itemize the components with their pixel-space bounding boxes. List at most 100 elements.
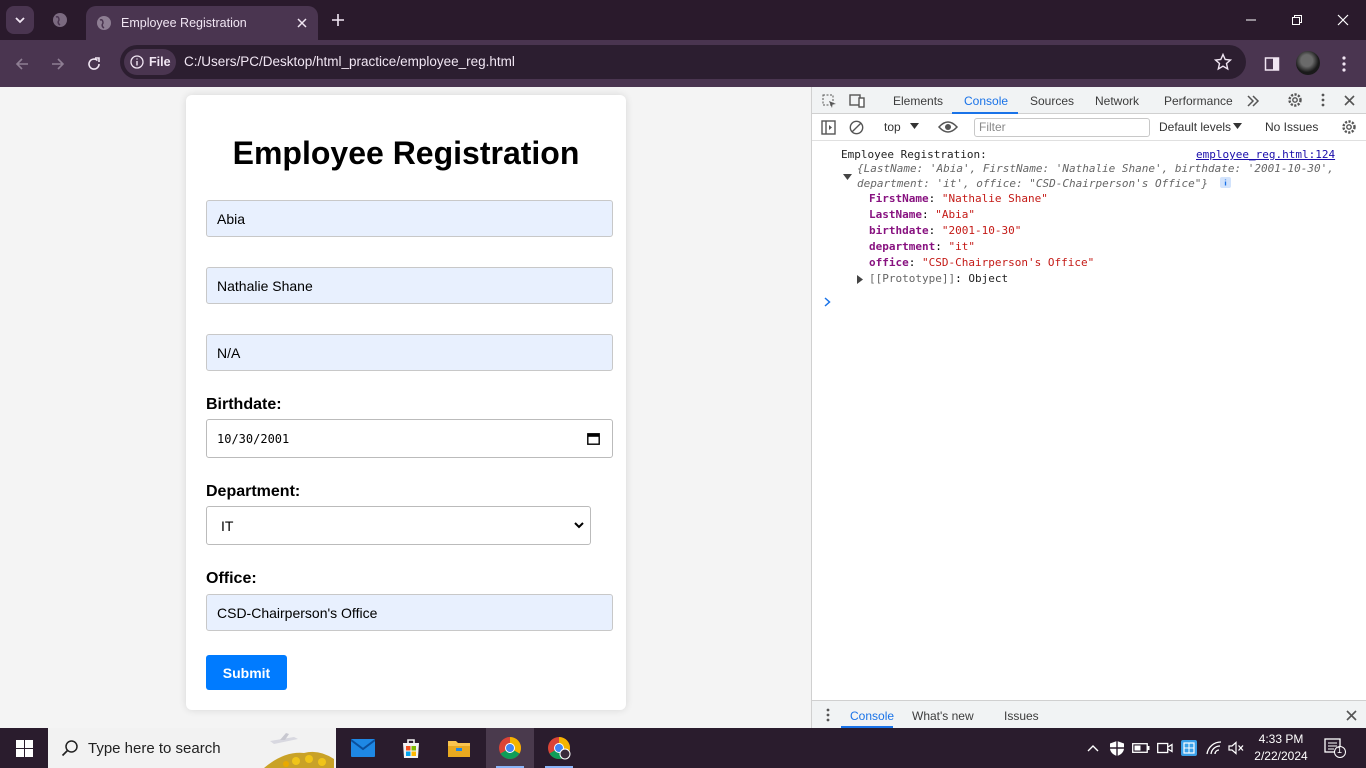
inspect-element-button[interactable] [820,92,838,110]
info-icon[interactable] [1219,177,1231,188]
show-hidden-icons-button[interactable] [1084,739,1102,757]
plus-icon [332,14,344,26]
birthdate-input[interactable]: 10/30/2001 [206,419,613,458]
clear-console-button[interactable] [847,118,865,136]
restore-icon [1292,15,1302,25]
taskbar: Type here to search 4:33 PM 2/22/2024 1 [0,728,1366,768]
taskbar-file-explorer-app[interactable] [435,728,483,768]
log-source-link[interactable]: employee_reg.html:124 [1196,148,1335,161]
chrome-icon [499,737,521,759]
new-tab-button[interactable] [326,8,350,32]
more-vert-icon [1321,93,1325,107]
department-select[interactable]: IT [206,506,591,545]
bookmark-star-icon[interactable] [1214,53,1232,71]
live-expression-button[interactable] [937,118,959,136]
middle-name-input[interactable]: N/A [206,334,613,371]
registration-form: Employee Registration Abia Nathalie Shan… [186,95,626,710]
back-button[interactable] [9,51,35,77]
console-sidebar-button[interactable] [819,118,837,136]
tray-security[interactable] [1108,739,1126,757]
tab-close-button[interactable] [290,11,314,35]
more-vert-icon [1342,56,1346,72]
collapsed-triangle-icon[interactable] [857,275,864,284]
preview-value: "CSD-Chairperson's Office" [1029,177,1202,190]
tab-employee-registration[interactable]: Employee Registration [86,6,318,40]
devtools-tab-network[interactable]: Network [1095,94,1139,108]
profile-avatar[interactable] [1296,51,1320,75]
device-toolbar-button[interactable] [848,92,866,110]
last-name-input[interactable]: Abia [206,200,613,237]
double-chevron-right-icon [1247,95,1260,107]
tray-wifi[interactable] [1205,739,1223,757]
tab-search-button[interactable] [6,6,34,34]
tray-app-blue[interactable] [1180,739,1198,757]
first-name-input[interactable]: Nathalie Shane [206,267,613,304]
preview-key: department: [857,177,937,190]
prototype-row[interactable]: [[Prototype]]: Object [869,272,1008,285]
file-chip-label: File [149,55,171,69]
devtools-tab-elements[interactable]: Elements [893,94,943,108]
tray-volume-muted[interactable] [1227,739,1245,757]
gear-icon [1288,93,1302,107]
restore-button[interactable] [1274,0,1320,40]
more-vert-icon [826,708,830,722]
taskbar-clock[interactable]: 4:33 PM 2/22/2024 [1246,731,1316,765]
close-icon [297,18,307,28]
devtools-tab-console[interactable]: Console [964,94,1008,108]
devtools-settings-button[interactable] [1286,91,1304,109]
drawer-tab-console[interactable]: Console [850,709,894,723]
devtools-close-button[interactable] [1340,91,1358,109]
log-message: Employee Registration: [841,148,987,161]
gear-icon [1342,120,1356,134]
office-input[interactable]: CSD-Chairperson's Office [206,594,613,631]
globe-icon [97,16,111,30]
submit-button[interactable]: Submit [206,655,287,690]
taskbar-search-box[interactable]: Type here to search [48,728,336,768]
devtools-tab-performance[interactable]: Performance [1164,94,1233,108]
preview-punct: } [1201,177,1209,190]
address-bar[interactable]: File C:/Users/PC/Desktop/html_practice/e… [120,45,1246,79]
close-icon [1337,14,1349,26]
calendar-icon[interactable] [587,432,600,445]
reload-icon [88,57,100,70]
taskbar-chrome-app-active[interactable] [486,728,534,768]
taskbar-chrome-profile-app[interactable] [535,728,583,768]
property-key: LastName [869,208,922,221]
start-button[interactable] [0,728,48,768]
drawer-tab-whats-new[interactable]: What's new [912,709,974,723]
browser-menu-button[interactable] [1333,53,1355,75]
console-settings-button[interactable] [1340,118,1358,136]
taskbar-store-app[interactable] [387,728,435,768]
expanded-triangle-icon[interactable] [843,174,852,181]
console-filter-input[interactable]: Filter [974,118,1150,137]
tab-strip: Employee Registration [0,0,1366,40]
issues-counter[interactable]: No Issues [1265,120,1318,134]
drawer-close-button[interactable] [1342,706,1360,724]
console-prompt-icon[interactable] [824,297,831,307]
devtools-tab-sources[interactable]: Sources [1030,94,1074,108]
minimize-button[interactable] [1228,0,1274,40]
reload-button[interactable] [81,51,107,77]
side-panel-icon [1264,57,1280,71]
page-viewport: Employee Registration Abia Nathalie Shan… [0,87,811,728]
object-property-row: birthdate: "2001-10-30" [869,224,1022,237]
forward-button[interactable] [45,51,71,77]
devtools-menu-button[interactable] [1314,91,1332,109]
app-grid-icon [1181,740,1197,756]
tray-camera[interactable] [1156,739,1174,757]
drawer-menu-button[interactable] [819,706,837,724]
property-key: birthdate [869,224,929,237]
close-window-button[interactable] [1320,0,1366,40]
taskbar-mail-app[interactable] [339,728,387,768]
drawer-tab-issues[interactable]: Issues [1004,709,1039,723]
side-panel-button[interactable] [1261,53,1283,75]
tray-battery[interactable] [1132,739,1150,757]
log-levels-dropdown[interactable]: Default levels [1159,120,1231,134]
more-tabs-button[interactable] [1244,92,1262,110]
site-info-chip[interactable]: File [124,49,176,75]
globe-icon[interactable] [52,12,68,28]
caret-down-icon [1233,123,1242,129]
context-selector[interactable]: top [884,120,901,134]
notification-center-button[interactable]: 1 [1324,738,1346,763]
clock-time: 4:33 PM [1258,732,1304,746]
